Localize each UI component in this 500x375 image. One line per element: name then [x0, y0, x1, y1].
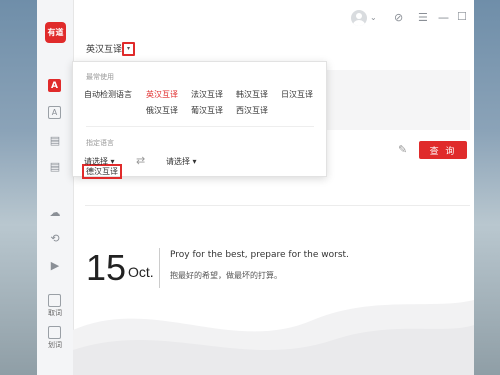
pick-word-checkbox[interactable]	[48, 294, 61, 307]
decorative-wave	[73, 300, 474, 375]
video-icon[interactable]: ▶	[48, 258, 62, 272]
pin-icon[interactable]: ⊘	[394, 11, 403, 24]
text-translate-icon[interactable]: A	[48, 79, 61, 92]
select-word-checkbox[interactable]	[48, 326, 61, 339]
lang-ja-zh[interactable]: 日汉互译	[281, 89, 313, 100]
select-word-label: 划词	[48, 341, 62, 349]
maximize-icon[interactable]: ☐	[457, 10, 467, 23]
account-chevron-down-icon[interactable]: ⌄	[370, 13, 377, 22]
query-button[interactable]: 查 询	[419, 141, 467, 159]
menu-icon[interactable]: ☰	[418, 11, 428, 24]
to-language-select[interactable]: 请选择 ▾	[166, 156, 197, 167]
sidebar: 有道 A A ▤ ▤ ☁ ⟲ ▶ 取词 划词	[37, 0, 74, 375]
dictionary-icon[interactable]: ▤	[48, 133, 62, 147]
divider	[85, 205, 470, 206]
avatar-icon[interactable]	[351, 10, 367, 26]
lang-ru-zh[interactable]: 俄汉互译	[146, 105, 178, 116]
daily-quote-zh: 抱最好的希望，做最坏的打算。	[170, 271, 282, 280]
doc-translate-icon[interactable]: A	[48, 106, 61, 119]
daily-quote-en: Proy for the best, prepare for the worst…	[170, 250, 349, 260]
from-language-select[interactable]: 请选择 ▾	[84, 156, 115, 167]
lang-fr-zh[interactable]: 法汉互译	[191, 89, 223, 100]
common-section-title: 最常使用	[86, 73, 114, 81]
title-bar: ⌄ ⊘ ☰ —	[37, 0, 474, 38]
cloud-icon[interactable]: ☁	[48, 205, 62, 219]
dropdown-divider	[86, 126, 314, 127]
lang-pt-zh[interactable]: 葡汉互译	[191, 105, 223, 116]
language-dropdown: 最常使用 自动检测语言 英汉互译 法汉互译 韩汉互译 日汉互译 德汉互译 俄汉互…	[72, 61, 327, 179]
language-selector[interactable]: 英汉互译	[86, 42, 122, 55]
edit-icon[interactable]: ✎	[398, 143, 407, 156]
history-icon[interactable]: ⟲	[48, 231, 62, 245]
lang-en-zh[interactable]: 英汉互译	[146, 89, 178, 100]
specify-section-title: 指定语言	[86, 139, 114, 147]
app-window: 有道 A A ▤ ▤ ☁ ⟲ ▶ 取词 划词 ⌄ ⊘ ☰ — 英汉互译 ▾ ✎ …	[37, 0, 474, 375]
daily-day: 15	[86, 247, 127, 288]
minimize-icon[interactable]: —	[438, 11, 449, 24]
language-dropdown-arrow-icon[interactable]: ▾	[122, 42, 135, 56]
daily-separator	[159, 248, 160, 288]
wordbook-icon[interactable]: ▤	[48, 159, 62, 173]
lang-auto-detect[interactable]: 自动检测语言	[84, 89, 132, 100]
pick-word-label: 取词	[48, 309, 62, 317]
lang-es-zh[interactable]: 西汉互译	[236, 105, 268, 116]
daily-month: Oct.	[128, 264, 154, 280]
swap-icon[interactable]: ⇄	[136, 154, 145, 167]
lang-ko-zh[interactable]: 韩汉互译	[236, 89, 268, 100]
